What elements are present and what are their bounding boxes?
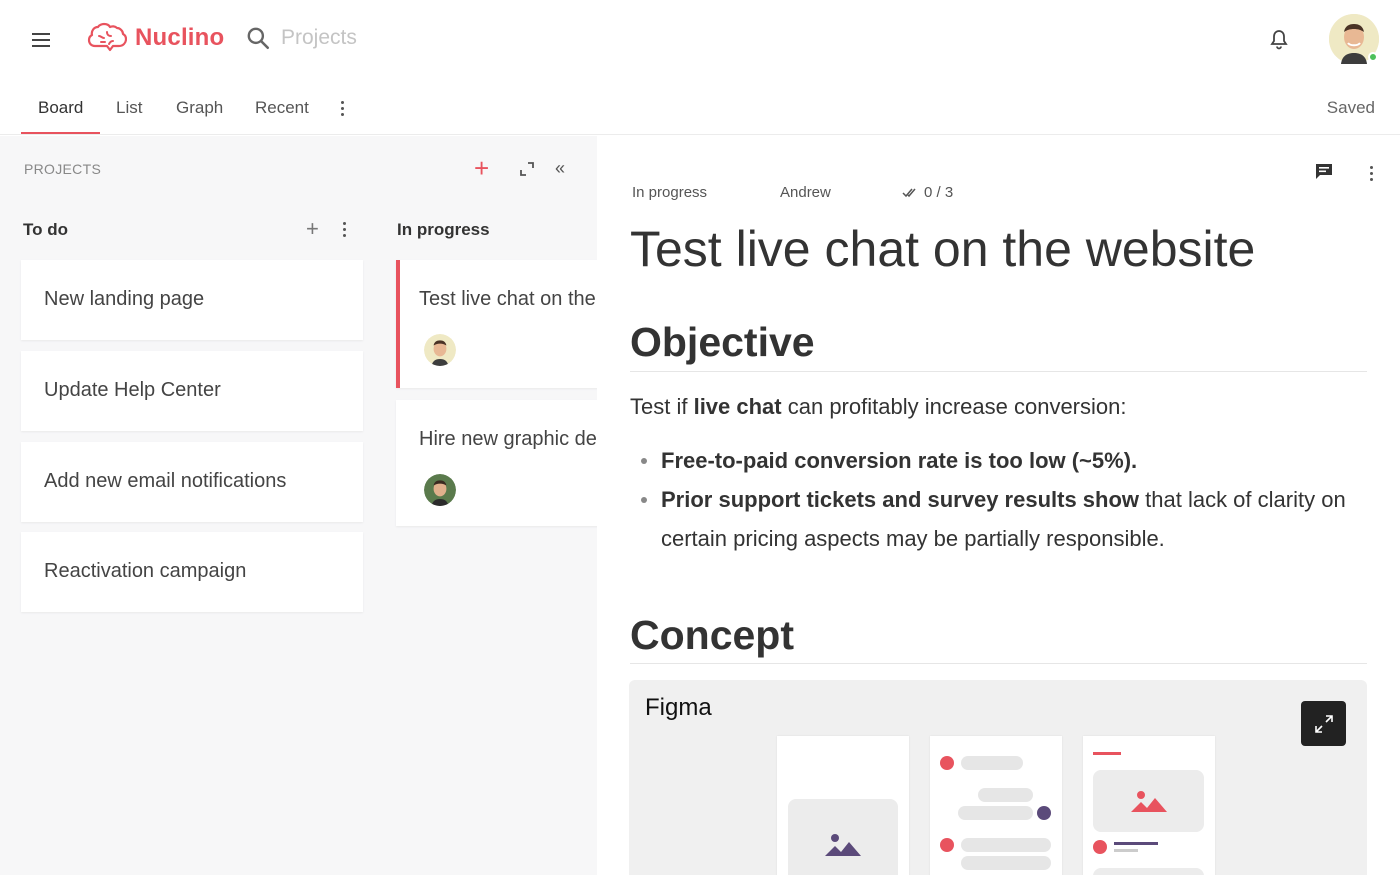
add-item-button[interactable]: +	[474, 155, 489, 181]
expand-arrows-icon	[1314, 714, 1333, 733]
heading-divider	[630, 663, 1367, 664]
checklist-progress[interactable]: 0 / 3	[902, 184, 953, 201]
tab-graph[interactable]: Graph	[176, 98, 223, 118]
figma-frame	[930, 736, 1062, 875]
figma-frame	[777, 736, 909, 875]
card[interactable]: Reactivation campaign	[21, 532, 363, 612]
brain-icon	[87, 22, 127, 52]
card-title: New landing page	[44, 288, 205, 310]
status-field[interactable]: In progress	[632, 184, 707, 201]
objective-paragraph: Test if live chat can profitably increas…	[630, 394, 1127, 419]
double-check-icon	[902, 188, 916, 197]
document-menu-icon[interactable]	[1370, 166, 1373, 181]
search-icon	[247, 27, 270, 50]
image-placeholder-icon	[1131, 791, 1167, 812]
top-bar: Nuclino	[0, 0, 1400, 80]
embed-label: Figma	[645, 694, 712, 721]
tab-recent[interactable]: Recent	[255, 98, 309, 118]
comments-icon[interactable]	[1314, 162, 1334, 182]
add-card-button[interactable]: +	[306, 216, 319, 242]
card[interactable]: Add new email notifications	[21, 442, 363, 522]
document-title[interactable]: Test live chat on the website	[630, 220, 1255, 278]
card-title: Test live chat on the website	[419, 288, 597, 310]
column-menu-icon[interactable]	[343, 222, 346, 237]
figma-embed[interactable]: Figma	[629, 680, 1367, 875]
image-placeholder-icon	[825, 834, 861, 856]
expand-embed-button[interactable]	[1301, 701, 1346, 746]
card[interactable]: New landing page	[21, 260, 363, 340]
figma-frame	[1083, 736, 1215, 875]
card-title: Add new email notifications	[44, 470, 287, 492]
card-title: Reactivation campaign	[44, 560, 247, 582]
checklist-count: 0 / 3	[924, 184, 954, 201]
column-title-in-progress: In progress	[397, 220, 490, 239]
notification-bell-icon[interactable]	[1267, 28, 1291, 52]
collapse-panel-icon[interactable]: «	[555, 158, 565, 179]
list-item: Free-to-paid conversion rate is too low …	[640, 441, 1370, 480]
tab-list[interactable]: List	[116, 98, 142, 118]
heading-objective: Objective	[630, 319, 815, 365]
brand-name: Nuclino	[135, 24, 225, 51]
tab-board[interactable]: Board	[38, 98, 83, 118]
board-panel: PROJECTS + « To do + New landing page Up…	[0, 136, 597, 875]
assignee-avatar	[424, 334, 456, 366]
assignee-avatar	[424, 474, 456, 506]
column-title-todo: To do	[23, 220, 68, 239]
more-tabs-icon[interactable]	[336, 98, 348, 118]
board-title: PROJECTS	[24, 161, 102, 177]
list-item: Prior support tickets and survey results…	[640, 480, 1370, 558]
active-tab-indicator	[21, 132, 100, 134]
card-title: Update Help Center	[44, 379, 221, 401]
card[interactable]: Update Help Center	[21, 351, 363, 431]
save-status: Saved	[1326, 98, 1375, 117]
assignee-field[interactable]: Andrew	[780, 184, 831, 201]
search-box[interactable]	[245, 25, 481, 51]
expand-icon[interactable]	[520, 162, 534, 176]
search-input[interactable]	[281, 26, 481, 50]
objective-bullets: Free-to-paid conversion rate is too low …	[640, 441, 1370, 558]
user-avatar[interactable]	[1329, 14, 1379, 64]
heading-concept: Concept	[630, 612, 794, 658]
heading-divider	[630, 371, 1367, 372]
menu-icon[interactable]	[30, 28, 54, 52]
view-tabs: Board List Graph Recent Saved	[0, 80, 1400, 135]
online-status-dot	[1368, 52, 1378, 62]
card[interactable]: Hire new graphic designer	[396, 400, 597, 526]
card-title: Hire new graphic designer	[419, 428, 597, 450]
card-selected[interactable]: Test live chat on the website	[396, 260, 597, 388]
document-panel: In progress Andrew 0 / 3 Test live chat …	[597, 136, 1400, 875]
brand-logo[interactable]: Nuclino	[87, 22, 224, 54]
